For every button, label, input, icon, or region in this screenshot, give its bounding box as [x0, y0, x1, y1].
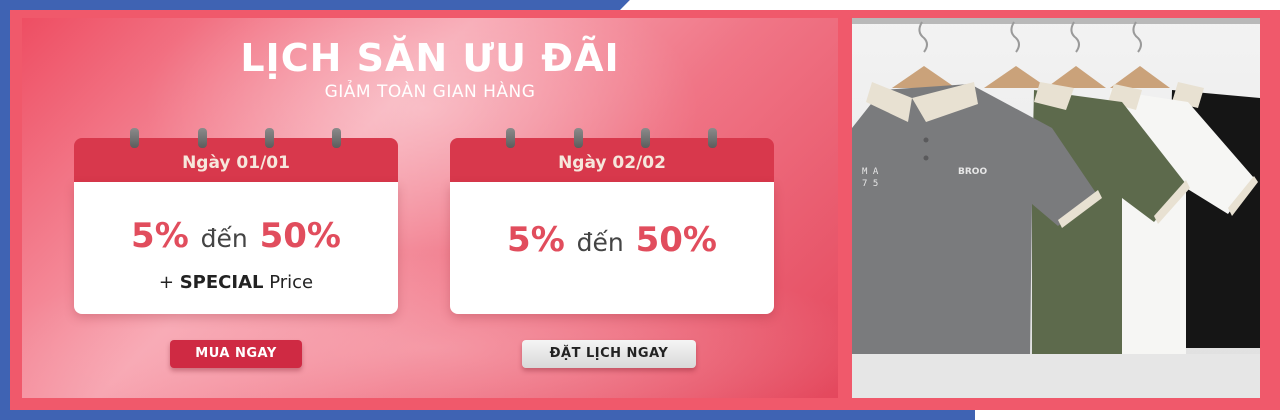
discount-to: 50%: [259, 216, 341, 256]
banner-subtitle: GIẢM TOÀN GIAN HÀNG: [324, 82, 536, 102]
frame-accent-left: [0, 0, 10, 420]
special-suffix: Price: [263, 272, 314, 293]
calendar-body: 5% đến 50%: [450, 182, 774, 314]
floor: [852, 354, 1260, 398]
polo-shirts-image: M A 7 5 BROO: [852, 18, 1260, 398]
calendar-ring-icon: [130, 128, 139, 148]
discount-from: 5%: [507, 220, 565, 260]
banner-title: LỊCH SĂN ƯU ĐÃI: [240, 36, 620, 80]
shirt-print-1: M A: [862, 167, 879, 177]
special-prefix: +: [158, 272, 180, 293]
frame-accent-bottom-white: [975, 410, 1280, 420]
discount-range: 5% đến 50%: [74, 216, 398, 256]
calendar-ring-icon: [708, 128, 717, 148]
discount-from: 5%: [131, 216, 189, 256]
hanger-icon: [918, 21, 1142, 53]
discount-joiner: đến: [200, 224, 248, 253]
special-label: SPECIAL: [179, 272, 264, 293]
frame-accent-top-white: [620, 0, 1280, 10]
calendar-ring-icon: [332, 128, 341, 148]
calendar-ring-icon: [641, 128, 650, 148]
calendar-date: Ngày 02/02: [450, 138, 774, 182]
discount-range: 5% đến 50%: [450, 220, 774, 260]
clothing-rail: [852, 18, 1260, 24]
calendar-body: 5% đến 50% + SPECIAL Price: [74, 182, 398, 314]
special-price-note: + SPECIAL Price: [74, 272, 398, 293]
calendar-ring-icon: [265, 128, 274, 148]
hanger-bar: [892, 66, 1170, 88]
discount-joiner: đến: [576, 228, 624, 257]
calendar-date: Ngày 01/01: [74, 138, 398, 182]
frame-accent-bottom: [0, 410, 990, 420]
calendar-ring-icon: [574, 128, 583, 148]
discount-to: 50%: [635, 220, 717, 260]
calendar-card-0101: Ngày 01/01 5% đến 50% + SPECIAL Price: [74, 128, 398, 314]
promo-banner: LỊCH SĂN ƯU ĐÃI GIẢM TOÀN GIAN HÀNG Ngày…: [22, 18, 838, 398]
buy-now-button[interactable]: MUA NGAY: [170, 340, 302, 368]
shirt-print-2: BROO: [958, 167, 987, 177]
calendar-ring-icon: [198, 128, 207, 148]
button: [923, 137, 929, 143]
frame-accent-top: [0, 0, 630, 10]
book-schedule-button[interactable]: ĐẶT LỊCH NGAY: [522, 340, 696, 368]
product-photo: M A 7 5 BROO: [852, 18, 1260, 398]
calendar-card-0202: Ngày 02/02 5% đến 50%: [450, 128, 774, 314]
shirt-print-1b: 7 5: [862, 179, 878, 189]
button: [923, 155, 929, 161]
calendar-ring-icon: [506, 128, 515, 148]
